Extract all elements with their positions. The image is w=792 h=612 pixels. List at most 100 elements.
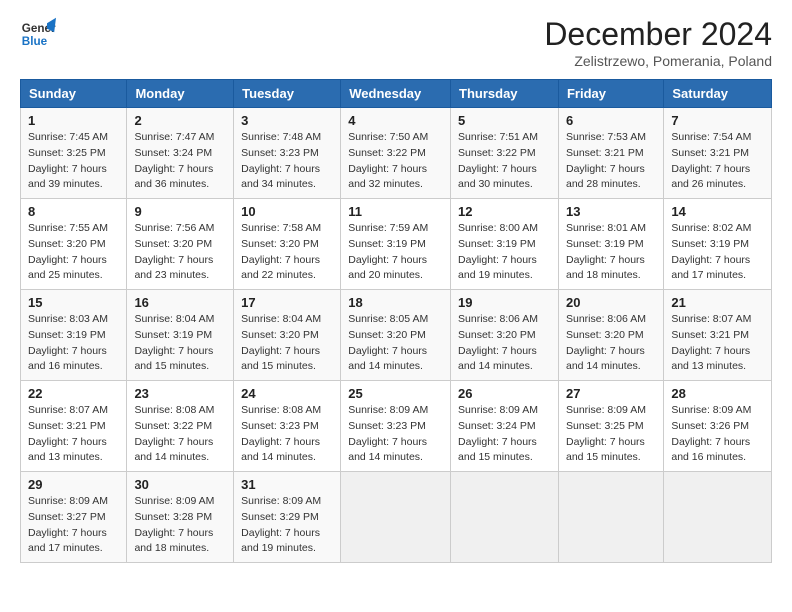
header-row: SundayMondayTuesdayWednesdayThursdayFrid… — [21, 80, 772, 108]
day-cell: 4 Sunrise: 7:50 AM Sunset: 3:22 PM Daylig… — [341, 108, 451, 199]
day-number: 19 — [458, 295, 551, 310]
day-cell: 25Sunrise: 8:09 AM Sunset: 3:23 PM Dayli… — [341, 381, 451, 472]
title-area: December 2024 Zelistrzewo, Pomerania, Po… — [544, 16, 772, 69]
day-cell: 27 Sunrise: 8:09 AM Sunset: 3:25 PM Dayli… — [558, 381, 663, 472]
day-number: 27 — [566, 386, 656, 401]
day-number: 25 — [348, 386, 443, 401]
day-info: Sunrise: 8:00 AM Sunset: 3:19 PM Dayligh… — [458, 221, 551, 284]
week-row-5: 29Sunrise: 8:09 AM Sunset: 3:27 PM Dayli… — [21, 472, 772, 563]
day-cell: 2 Sunrise: 7:47 AM Sunset: 3:24 PM Daylig… — [127, 108, 234, 199]
day-info: Sunrise: 8:08 AM Sunset: 3:23 PM Dayligh… — [241, 403, 333, 466]
day-info: Sunrise: 7:55 AM Sunset: 3:20 PM Dayligh… — [28, 221, 119, 284]
day-info: Sunrise: 8:06 AM Sunset: 3:20 PM Dayligh… — [566, 312, 656, 375]
day-number: 1 — [28, 113, 119, 128]
day-cell: 15Sunrise: 8:03 AM Sunset: 3:19 PM Dayli… — [21, 290, 127, 381]
day-number: 26 — [458, 386, 551, 401]
day-info: Sunrise: 8:04 AM Sunset: 3:19 PM Dayligh… — [134, 312, 226, 375]
day-number: 29 — [28, 477, 119, 492]
day-info: Sunrise: 8:09 AM Sunset: 3:26 PM Dayligh… — [671, 403, 764, 466]
day-cell: 18 Sunrise: 8:05 AM Sunset: 3:20 PM Dayli… — [341, 290, 451, 381]
col-header-tuesday: Tuesday — [234, 80, 341, 108]
logo: General Blue — [20, 16, 56, 52]
day-info: Sunrise: 7:54 AM Sunset: 3:21 PM Dayligh… — [671, 130, 764, 193]
day-cell: 31 Sunrise: 8:09 AM Sunset: 3:29 PM Dayli… — [234, 472, 341, 563]
day-number: 20 — [566, 295, 656, 310]
week-row-2: 8 Sunrise: 7:55 AM Sunset: 3:20 PM Daylig… — [21, 199, 772, 290]
day-info: Sunrise: 8:07 AM Sunset: 3:21 PM Dayligh… — [28, 403, 119, 466]
day-cell: 10 Sunrise: 7:58 AM Sunset: 3:20 PM Dayli… — [234, 199, 341, 290]
day-info: Sunrise: 7:48 AM Sunset: 3:23 PM Dayligh… — [241, 130, 333, 193]
day-cell: 21Sunrise: 8:07 AM Sunset: 3:21 PM Dayli… — [664, 290, 772, 381]
day-number: 4 — [348, 113, 443, 128]
day-info: Sunrise: 8:05 AM Sunset: 3:20 PM Dayligh… — [348, 312, 443, 375]
calendar-table: SundayMondayTuesdayWednesdayThursdayFrid… — [20, 79, 772, 563]
week-row-4: 22 Sunrise: 8:07 AM Sunset: 3:21 PM Dayli… — [21, 381, 772, 472]
day-number: 10 — [241, 204, 333, 219]
day-number: 17 — [241, 295, 333, 310]
day-number: 18 — [348, 295, 443, 310]
day-number: 24 — [241, 386, 333, 401]
day-info: Sunrise: 7:47 AM Sunset: 3:24 PM Dayligh… — [134, 130, 226, 193]
day-number: 30 — [134, 477, 226, 492]
day-number: 8 — [28, 204, 119, 219]
day-info: Sunrise: 8:01 AM Sunset: 3:19 PM Dayligh… — [566, 221, 656, 284]
day-cell: 5 Sunrise: 7:51 AM Sunset: 3:22 PM Daylig… — [451, 108, 559, 199]
day-number: 5 — [458, 113, 551, 128]
day-info: Sunrise: 7:59 AM Sunset: 3:19 PM Dayligh… — [348, 221, 443, 284]
col-header-wednesday: Wednesday — [341, 80, 451, 108]
day-info: Sunrise: 7:45 AM Sunset: 3:25 PM Dayligh… — [28, 130, 119, 193]
day-cell: 19 Sunrise: 8:06 AM Sunset: 3:20 PM Dayli… — [451, 290, 559, 381]
day-info: Sunrise: 8:08 AM Sunset: 3:22 PM Dayligh… — [134, 403, 226, 466]
day-cell: 1 Sunrise: 7:45 AM Sunset: 3:25 PM Daylig… — [21, 108, 127, 199]
col-header-saturday: Saturday — [664, 80, 772, 108]
day-info: Sunrise: 8:09 AM Sunset: 3:24 PM Dayligh… — [458, 403, 551, 466]
day-number: 31 — [241, 477, 333, 492]
day-info: Sunrise: 8:03 AM Sunset: 3:19 PM Dayligh… — [28, 312, 119, 375]
location: Zelistrzewo, Pomerania, Poland — [544, 53, 772, 69]
day-number: 28 — [671, 386, 764, 401]
day-cell — [451, 472, 559, 563]
day-info: Sunrise: 7:58 AM Sunset: 3:20 PM Dayligh… — [241, 221, 333, 284]
day-cell: 20 Sunrise: 8:06 AM Sunset: 3:20 PM Dayli… — [558, 290, 663, 381]
day-cell: 17 Sunrise: 8:04 AM Sunset: 3:20 PM Dayli… — [234, 290, 341, 381]
day-number: 13 — [566, 204, 656, 219]
day-info: Sunrise: 8:02 AM Sunset: 3:19 PM Dayligh… — [671, 221, 764, 284]
day-cell: 13 Sunrise: 8:01 AM Sunset: 3:19 PM Dayli… — [558, 199, 663, 290]
day-info: Sunrise: 8:09 AM Sunset: 3:29 PM Dayligh… — [241, 494, 333, 557]
day-info: Sunrise: 8:04 AM Sunset: 3:20 PM Dayligh… — [241, 312, 333, 375]
day-info: Sunrise: 8:07 AM Sunset: 3:21 PM Dayligh… — [671, 312, 764, 375]
col-header-monday: Monday — [127, 80, 234, 108]
day-cell: 8 Sunrise: 7:55 AM Sunset: 3:20 PM Daylig… — [21, 199, 127, 290]
day-cell: 22 Sunrise: 8:07 AM Sunset: 3:21 PM Dayli… — [21, 381, 127, 472]
day-cell: 23 Sunrise: 8:08 AM Sunset: 3:22 PM Dayli… — [127, 381, 234, 472]
day-number: 3 — [241, 113, 333, 128]
day-cell: 3 Sunrise: 7:48 AM Sunset: 3:23 PM Daylig… — [234, 108, 341, 199]
day-number: 16 — [134, 295, 226, 310]
day-cell: 28 Sunrise: 8:09 AM Sunset: 3:26 PM Dayli… — [664, 381, 772, 472]
svg-text:Blue: Blue — [22, 35, 48, 48]
col-header-friday: Friday — [558, 80, 663, 108]
day-cell: 30Sunrise: 8:09 AM Sunset: 3:28 PM Dayli… — [127, 472, 234, 563]
day-info: Sunrise: 7:50 AM Sunset: 3:22 PM Dayligh… — [348, 130, 443, 193]
day-cell: 6Sunrise: 7:53 AM Sunset: 3:21 PM Daylig… — [558, 108, 663, 199]
day-info: Sunrise: 7:51 AM Sunset: 3:22 PM Dayligh… — [458, 130, 551, 193]
day-info: Sunrise: 7:56 AM Sunset: 3:20 PM Dayligh… — [134, 221, 226, 284]
day-cell: 11 Sunrise: 7:59 AM Sunset: 3:19 PM Dayli… — [341, 199, 451, 290]
day-info: Sunrise: 8:09 AM Sunset: 3:25 PM Dayligh… — [566, 403, 656, 466]
day-number: 22 — [28, 386, 119, 401]
day-cell — [664, 472, 772, 563]
day-number: 2 — [134, 113, 226, 128]
day-number: 23 — [134, 386, 226, 401]
day-number: 11 — [348, 204, 443, 219]
day-cell: 26 Sunrise: 8:09 AM Sunset: 3:24 PM Dayli… — [451, 381, 559, 472]
logo-icon: General Blue — [20, 16, 56, 52]
day-info: Sunrise: 8:06 AM Sunset: 3:20 PM Dayligh… — [458, 312, 551, 375]
day-cell: 16 Sunrise: 8:04 AM Sunset: 3:19 PM Dayli… — [127, 290, 234, 381]
day-cell: 29Sunrise: 8:09 AM Sunset: 3:27 PM Dayli… — [21, 472, 127, 563]
day-number: 12 — [458, 204, 551, 219]
day-cell — [558, 472, 663, 563]
day-info: Sunrise: 7:53 AM Sunset: 3:21 PM Dayligh… — [566, 130, 656, 193]
month-title: December 2024 — [544, 16, 772, 53]
header: General Blue December 2024 Zelistrzewo, … — [20, 16, 772, 69]
col-header-thursday: Thursday — [451, 80, 559, 108]
